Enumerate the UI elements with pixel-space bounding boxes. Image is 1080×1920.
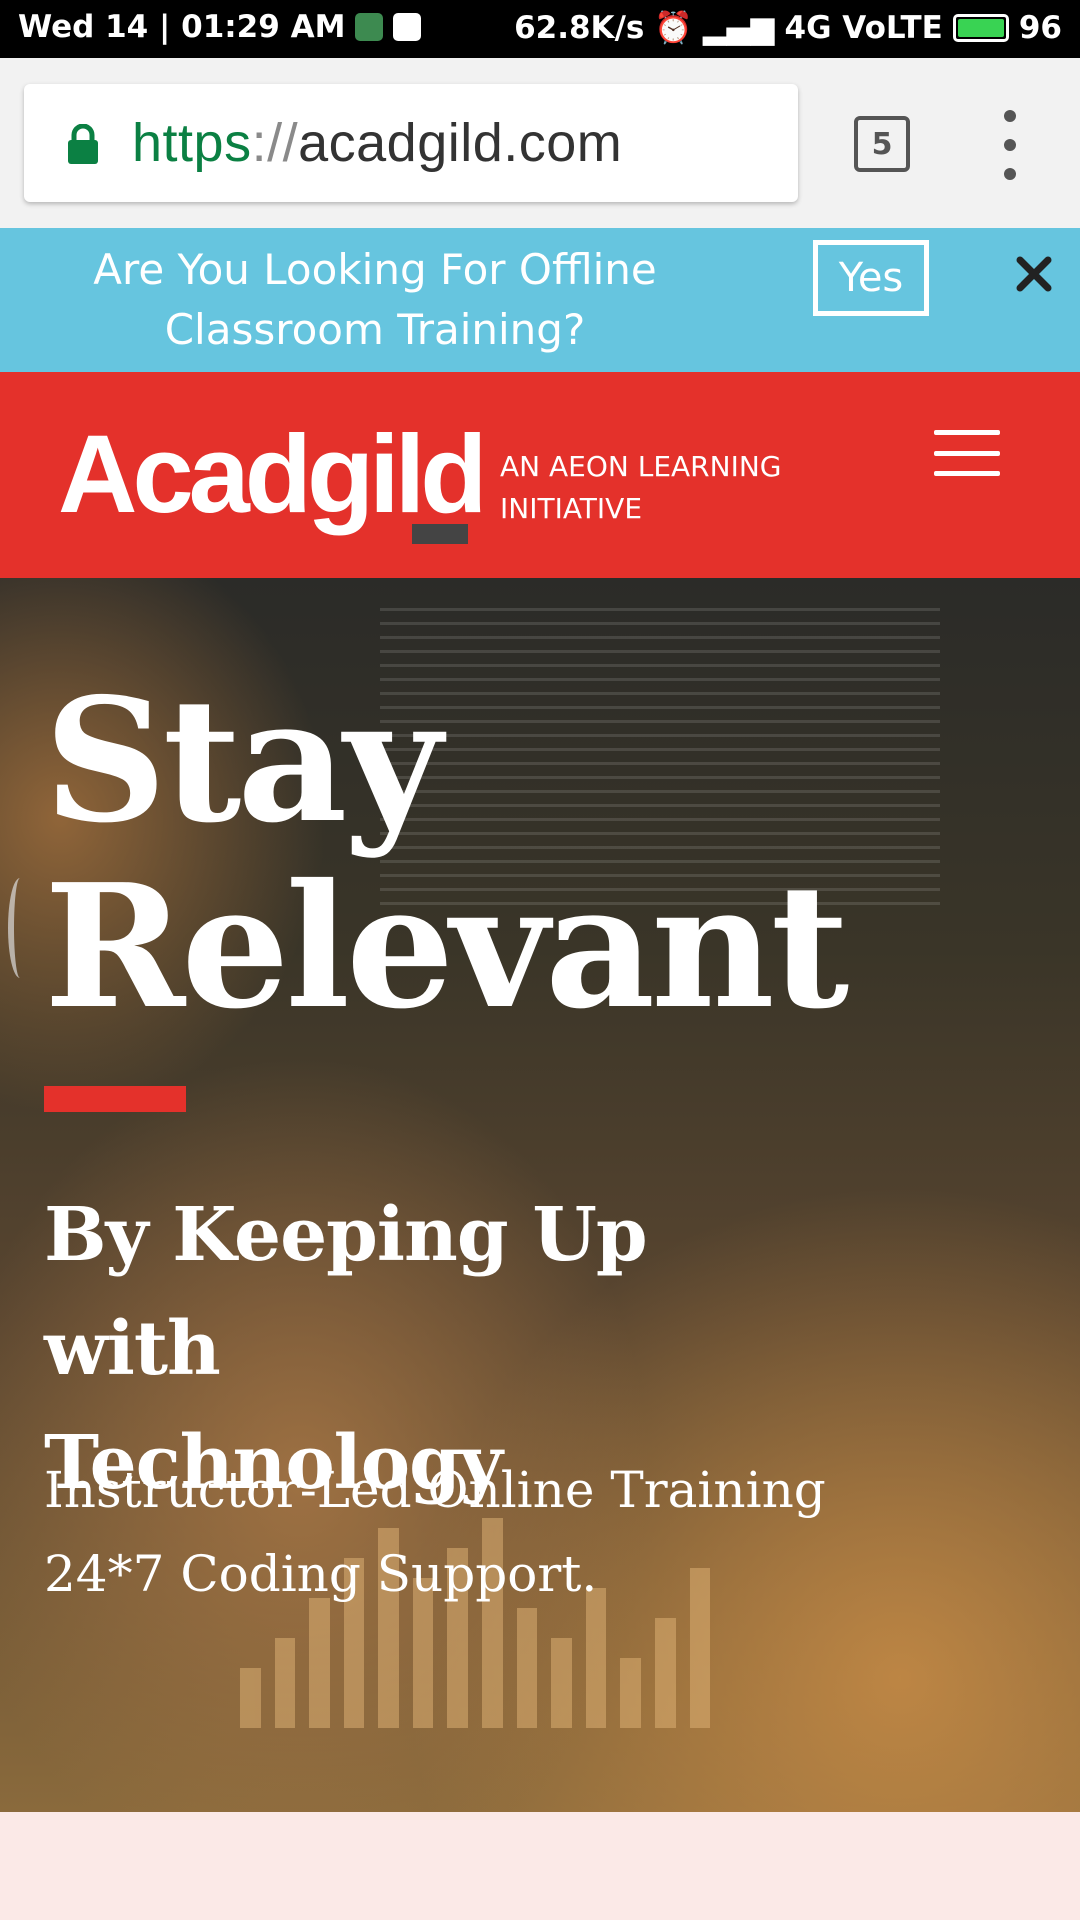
menu-dot-icon [1004, 110, 1016, 122]
next-section [0, 1812, 1080, 1920]
banner-line-1: Are You Looking For Offline [93, 245, 657, 294]
status-net-speed: 62.8K/s [514, 9, 645, 46]
tagline-line-1: AN AEON LEARNING [500, 450, 782, 483]
menu-dot-icon [1004, 168, 1016, 180]
hamburger-line [934, 430, 1000, 435]
status-bar: Wed 14 | 01:29 AM 62.8K/s ⏰ ▂▄▆ 4G VoLTE… [0, 0, 1080, 58]
status-battery: 96 [1018, 9, 1062, 46]
carousel-prev-icon[interactable] [8, 878, 32, 978]
banner-question: Are You Looking For Offline Classroom Tr… [60, 240, 690, 360]
hero-description: Instructor-Led Online Training 24*7 Codi… [44, 1448, 844, 1616]
app-notification-icon [355, 13, 384, 41]
lock-icon [68, 124, 98, 164]
close-icon[interactable] [1014, 254, 1054, 294]
hamburger-menu-icon[interactable] [934, 430, 1000, 476]
browser-menu-button[interactable] [990, 110, 1030, 180]
address-bar[interactable]: https://acadgild.com [24, 84, 798, 202]
subhead-line-1: By Keeping Up with [44, 1192, 648, 1392]
hero-headline: Stay Relevant [44, 661, 849, 1047]
battery-icon [952, 13, 1009, 42]
logo-accent-bar [412, 524, 468, 544]
yes-button[interactable]: Yes [813, 240, 929, 316]
desc-line-2: 24*7 Coding Support. [44, 1545, 598, 1603]
status-network: 4G VoLTE [784, 9, 943, 46]
offline-training-banner: Are You Looking For Offline Classroom Tr… [0, 228, 1080, 372]
url-host: acadgild.com [298, 113, 623, 173]
desc-line-1: Instructor-Led Online Training [44, 1461, 826, 1519]
site-header: Acadgild AN AEON LEARNING INITIATIVE [0, 372, 1080, 578]
url-text[interactable]: https://acadgild.com [132, 112, 622, 174]
hamburger-line [934, 471, 1000, 476]
menu-dot-icon [1004, 139, 1016, 151]
header-tagline: AN AEON LEARNING INITIATIVE [500, 446, 820, 530]
banner-line-2: Classroom Training? [164, 305, 586, 354]
acadgild-logo[interactable]: Acadgild [58, 420, 487, 530]
browser-toolbar: https://acadgild.com 5 [0, 58, 1080, 228]
tagline-line-2: INITIATIVE [500, 492, 643, 525]
status-left: Wed 14 | 01:29 AM [18, 9, 422, 45]
alarm-icon: ⏰ [654, 10, 693, 46]
hero-section: Stay Relevant By Keeping Up with Technol… [0, 578, 1080, 1812]
message-notification-icon [393, 13, 422, 41]
status-right: 62.8K/s ⏰ ▂▄▆ 4G VoLTE 96 [514, 9, 1062, 47]
url-separator: :// [251, 113, 299, 173]
status-datetime: Wed 14 | 01:29 AM [18, 9, 346, 45]
headline-underline [44, 1086, 186, 1112]
signal-icon: ▂▄▆ [702, 9, 775, 46]
tab-switcher-button[interactable]: 5 [854, 116, 910, 172]
url-scheme: https [132, 113, 252, 173]
hamburger-line [934, 450, 1000, 456]
headline-line-2: Relevant [44, 847, 849, 1047]
headline-line-1: Stay [44, 661, 442, 861]
